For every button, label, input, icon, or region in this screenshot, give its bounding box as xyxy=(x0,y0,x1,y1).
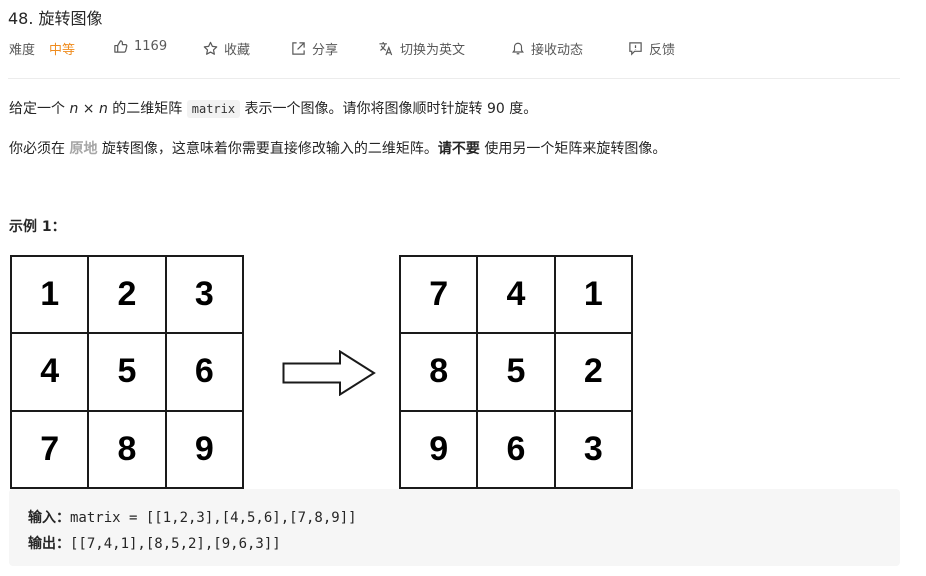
input-matrix-cell: 8 xyxy=(88,410,166,488)
input-matrix-cell: 2 xyxy=(88,256,166,334)
desc-p1-n1: n xyxy=(69,101,79,117)
output-value: [[7,4,1],[8,5,2],[9,6,3]] xyxy=(70,536,281,552)
output-matrix-cell: 2 xyxy=(554,333,632,411)
bell-icon xyxy=(512,42,524,55)
input-value: matrix = [[1,2,3],[4,5,6],[7,8,9]] xyxy=(70,510,357,526)
feedback-label: 反馈 xyxy=(649,43,676,58)
output-matrix-cell: 3 xyxy=(554,410,632,488)
input-matrix-cell: 6 xyxy=(165,333,243,411)
switch-language-label: 切换为英文 xyxy=(400,43,466,58)
problem-title: 48. 旋转图像 xyxy=(8,9,103,28)
notify-button[interactable]: 接收动态 xyxy=(511,39,583,58)
desc-p2-text-2: 旋转图像，这意味着你需要直接修改输入的二维矩阵。 xyxy=(97,141,438,157)
difficulty-value: 中等 xyxy=(49,43,76,58)
output-matrix-cell: 5 xyxy=(477,333,555,411)
output-label: 输出： xyxy=(28,536,70,552)
output-matrix-cell: 4 xyxy=(477,256,555,334)
share-button[interactable]: 分享 xyxy=(291,39,338,58)
input-matrix-cell: 4 xyxy=(11,333,89,411)
thumbs-up-icon xyxy=(114,40,128,53)
desc-p1-times: × xyxy=(78,101,99,117)
output-matrix-image: 741852963 xyxy=(399,255,633,489)
input-matrix-cell: 5 xyxy=(88,333,166,411)
rotation-arrow-icon xyxy=(282,350,376,396)
description-paragraph-2: 你必须在 原地 旋转图像，这意味着你需要直接修改输入的二维矩阵。请不要 使用另一… xyxy=(9,138,666,158)
favorite-label: 收藏 xyxy=(224,43,251,58)
input-label: 输入： xyxy=(28,510,70,526)
output-matrix-cell: 6 xyxy=(477,410,555,488)
output-matrix-cell: 7 xyxy=(400,256,478,334)
inline-code-matrix: matrix xyxy=(186,100,241,118)
difficulty-label: 难度 xyxy=(9,43,36,58)
input-matrix-cell: 3 xyxy=(165,256,243,334)
desc-p2-text-3: 使用另一个矩阵来旋转图像。 xyxy=(479,141,667,157)
favorite-button[interactable]: 收藏 xyxy=(203,39,250,58)
output-matrix-cell: 1 xyxy=(554,256,632,334)
desc-p1-n2: n xyxy=(98,101,108,117)
input-matrix-cell: 9 xyxy=(165,410,243,488)
desc-p2-bold-inplace: 原地 xyxy=(69,141,98,157)
example-output-line: 输出：[[7,4,1],[8,5,2],[9,6,3]] xyxy=(28,533,281,553)
like-count: 1169 xyxy=(134,39,168,54)
star-icon xyxy=(203,41,218,55)
switch-language-button[interactable]: 切换为英文 xyxy=(378,39,465,58)
difficulty: 难度 中等 xyxy=(9,39,75,58)
share-label: 分享 xyxy=(312,43,339,58)
like-button[interactable]: 1169 xyxy=(113,39,167,54)
input-matrix-image: 123456789 xyxy=(10,255,244,489)
example-title: 示例 1： xyxy=(9,219,66,235)
feedback-icon xyxy=(629,42,642,56)
feedback-button[interactable]: 反馈 xyxy=(628,39,675,58)
translate-icon xyxy=(379,41,393,56)
desc-p1-text-2: 的二维矩阵 xyxy=(107,101,187,117)
input-matrix-cell: 7 xyxy=(11,410,89,488)
share-icon xyxy=(292,42,305,55)
desc-p2-text-1: 你必须在 xyxy=(9,141,70,157)
desc-p1-text-3: 表示一个图像。请你将图像顺时针旋转 90 度。 xyxy=(240,101,538,117)
example-input-line: 输入：matrix = [[1,2,3],[4,5,6],[7,8,9]] xyxy=(28,507,357,527)
header-divider xyxy=(8,78,900,79)
description-paragraph-1: 给定一个 n × n 的二维矩阵 matrix 表示一个图像。请你将图像顺时针旋… xyxy=(9,98,537,118)
notify-label: 接收动态 xyxy=(531,43,584,58)
input-matrix-cell: 1 xyxy=(11,256,89,334)
desc-p1-text-1: 给定一个 xyxy=(9,101,70,117)
output-matrix-cell: 8 xyxy=(400,333,478,411)
output-matrix-cell: 9 xyxy=(400,410,478,488)
example-code-block: 输入：matrix = [[1,2,3],[4,5,6],[7,8,9]] 输出… xyxy=(9,489,900,566)
desc-p2-bold-donot: 请不要 xyxy=(437,141,480,157)
